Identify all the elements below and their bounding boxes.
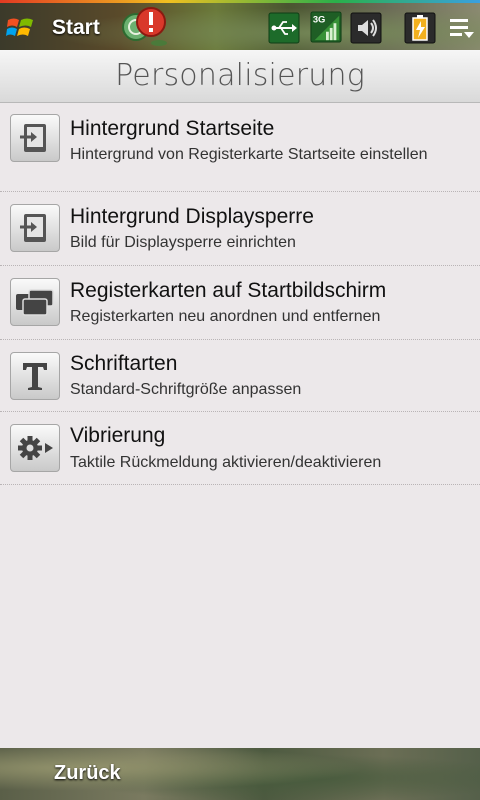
list-item-hintergrund-displaysperre[interactable]: Hintergrund Displaysperre Bild für Displ…	[0, 192, 480, 266]
list-item-vibrierung[interactable]: Vibrierung Taktile Rückmeldung aktiviere…	[0, 412, 480, 485]
page-title: Personalisierung	[115, 58, 365, 93]
speaker-icon[interactable]	[350, 12, 382, 44]
settings-list: Hintergrund Startseite Hintergrund von R…	[0, 102, 480, 485]
item-description: Bild für Displaysperre einrichten	[70, 234, 296, 251]
wallpaper-icon	[10, 114, 60, 162]
vibration-icon	[10, 424, 60, 472]
font-icon	[10, 352, 60, 400]
status-bar: Start 3G	[0, 0, 480, 50]
list-item-hintergrund-startseite[interactable]: Hintergrund Startseite Hintergrund von R…	[0, 102, 480, 192]
item-description: Standard-Schriftgröße anpassen	[70, 381, 302, 398]
windows-logo-icon[interactable]	[6, 14, 36, 40]
menu-icon[interactable]	[448, 17, 476, 41]
tabs-icon	[10, 278, 60, 326]
list-item-schriftarten[interactable]: Schriftarten Standard-Schriftgröße anpas…	[0, 340, 480, 412]
item-description: Taktile Rückmeldung aktivieren/deaktivie…	[70, 454, 382, 471]
start-button[interactable]: Start	[52, 16, 100, 40]
list-item-registerkarten[interactable]: Registerkarten auf Startbildschirm Regis…	[0, 266, 480, 340]
bottom-bar: Zurück	[0, 748, 480, 800]
item-title: Hintergrund Startseite	[70, 117, 275, 140]
battery-icon[interactable]	[404, 12, 436, 44]
item-description: Registerkarten neu anordnen und entferne…	[70, 308, 381, 325]
page-header: Personalisierung	[0, 50, 480, 103]
signal-3g-label: 3G	[313, 13, 326, 24]
back-button[interactable]: Zurück	[54, 762, 121, 785]
item-title: Registerkarten auf Startbildschirm	[70, 279, 387, 302]
item-description: Hintergrund von Registerkarte Startseite…	[70, 146, 428, 163]
signal-3g-icon[interactable]: 3G	[310, 11, 342, 43]
item-title: Hintergrund Displaysperre	[70, 205, 314, 228]
alert-icon[interactable]	[121, 5, 169, 49]
item-title: Schriftarten	[70, 352, 178, 375]
usb-icon[interactable]	[268, 12, 300, 44]
lockscreen-icon	[10, 204, 60, 252]
item-title: Vibrierung	[70, 424, 166, 447]
